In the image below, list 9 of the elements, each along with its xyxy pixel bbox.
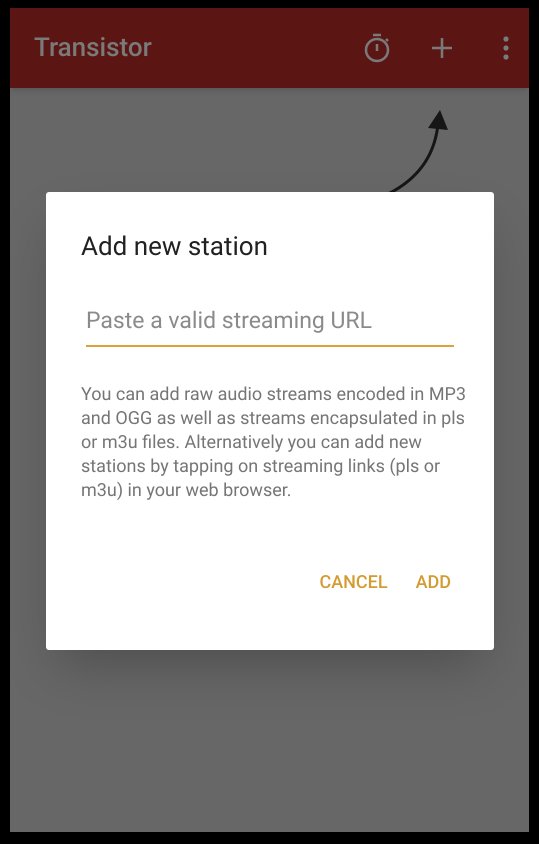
dialog-title: Add new station — [81, 231, 269, 264]
add-icon[interactable] — [431, 37, 453, 59]
timer-icon[interactable] — [363, 33, 391, 63]
cancel-button[interactable]: CANCEL — [315, 564, 392, 600]
app-title: Transistor — [34, 32, 153, 64]
more-options-icon[interactable] — [503, 36, 509, 60]
add-button[interactable]: ADD — [412, 564, 455, 600]
url-input-field[interactable]: Paste a valid streaming URL — [86, 304, 454, 346]
description-text: You can add raw audio streams encoded in MP3 and OGG as well as streams encapsulated in pls or m3u files. Alternatively you can add new stations by tapping on streaming links (pls or m3u) in your web browser. — [81, 382, 468, 502]
